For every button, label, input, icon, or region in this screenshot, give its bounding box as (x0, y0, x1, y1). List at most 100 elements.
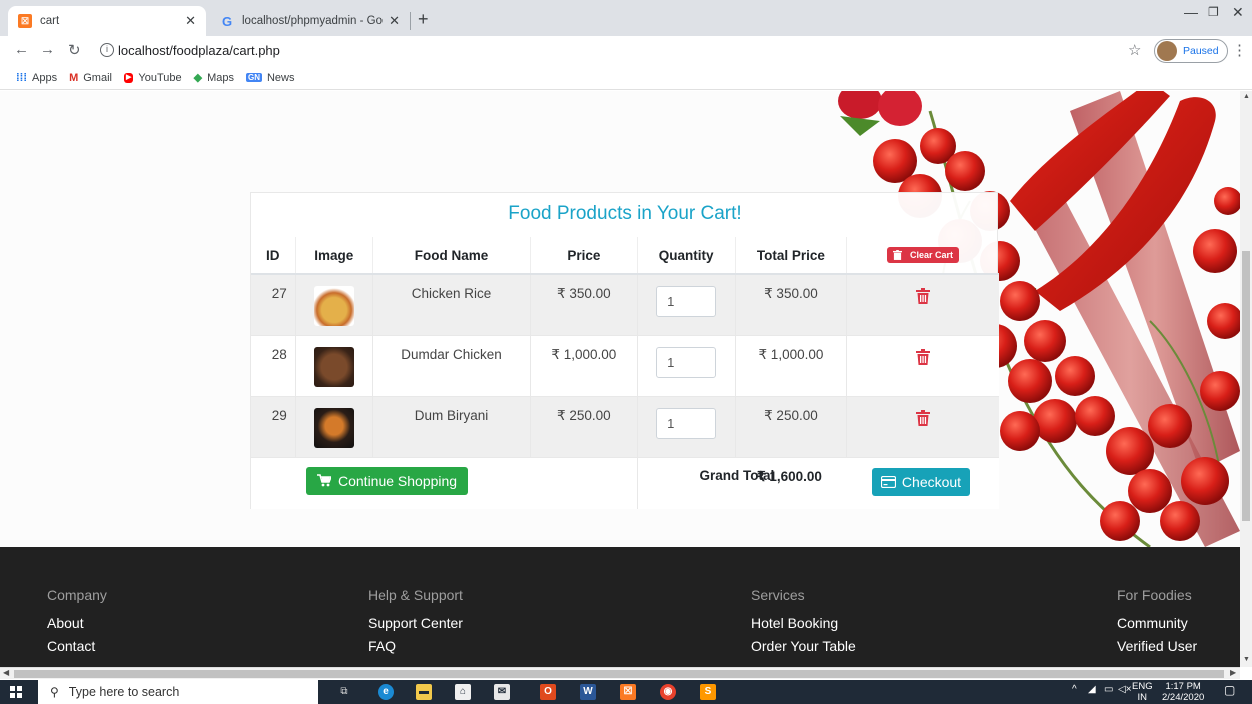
scroll-down-icon[interactable]: ▼ (1243, 656, 1250, 663)
network-icon[interactable]: ◢ (1088, 684, 1096, 695)
col-actions-header: Clear Cart (846, 237, 999, 275)
scroll-up-icon[interactable]: ▲ (1243, 93, 1250, 100)
vertical-scrollbar[interactable]: ▲ ▼ (1240, 91, 1252, 667)
restore-icon[interactable]: ❐ (1208, 5, 1219, 19)
back-arrow-icon[interactable]: ← (14, 41, 29, 58)
footer-link-hotel-booking[interactable]: Hotel Booking (751, 615, 856, 631)
battery-icon[interactable]: ▭ (1104, 684, 1113, 695)
cart-title: Food Products in Your Cart! (508, 203, 742, 224)
notifications-icon[interactable]: ▢ (1224, 683, 1235, 697)
scrollbar-thumb[interactable] (1242, 251, 1250, 521)
sublime-icon[interactable]: S (700, 684, 716, 700)
system-clock[interactable]: 1:17 PM 2/24/2020 (1162, 681, 1204, 703)
delete-item-icon[interactable] (916, 348, 931, 369)
item-price: ₹ 1,000.00 (530, 334, 638, 396)
site-info-icon[interactable]: i (100, 43, 114, 57)
table-row: 27 Chicken Rice ₹ 350.00 ₹ 350.00 (251, 273, 999, 335)
footer-column-help: Help & Support Support Center FAQ (368, 587, 463, 661)
store-icon[interactable]: ⌂ (455, 684, 471, 700)
bookmark-youtube[interactable]: ▶ YouTube (123, 72, 182, 84)
windows-start-icon[interactable] (10, 686, 22, 698)
bookmark-label: Maps (207, 71, 234, 84)
site-footer: Company About Contact Help & Support Sup… (0, 547, 1240, 667)
footer-heading: Company (47, 587, 107, 603)
news-icon: GN (245, 73, 262, 82)
mail-icon[interactable]: ✉ (494, 684, 510, 700)
browser-menu-icon[interactable]: ⋮ (1232, 41, 1247, 59)
footer-link-about[interactable]: About (47, 615, 107, 631)
delete-item-icon[interactable] (916, 288, 931, 308)
volume-icon[interactable]: ◁× (1118, 684, 1132, 695)
bookmark-label: Apps (32, 71, 58, 84)
quantity-input[interactable] (656, 286, 717, 317)
search-icon: ⚲ (50, 685, 59, 699)
footer-link-contact[interactable]: Contact (47, 638, 107, 654)
footer-link-community[interactable]: Community (1117, 615, 1197, 631)
edge-icon[interactable]: e (378, 684, 394, 700)
clock-time: 1:17 PM (1165, 681, 1201, 692)
item-name: Chicken Rice (371, 273, 531, 335)
tab-phpmyadmin[interactable]: G localhost/phpmyadmin - Google ✕ (210, 6, 410, 36)
bookmark-gmail[interactable]: M Gmail (69, 72, 112, 84)
continue-shopping-label: Continue Shopping (338, 472, 458, 489)
checkout-button[interactable]: Checkout (871, 468, 971, 496)
footer-link-faq[interactable]: FAQ (368, 638, 463, 654)
url-field[interactable]: localhost/foodplaza/cart.php (118, 43, 280, 58)
bookmark-star-icon[interactable]: ☆ (1128, 41, 1141, 59)
continue-shopping-button[interactable]: Continue Shopping (306, 466, 469, 495)
profile-button[interactable]: Paused (1154, 39, 1228, 63)
footer-column-services: Services Hotel Booking Order Your Table (751, 587, 856, 661)
bookmark-news[interactable]: GN News (245, 72, 295, 84)
minimize-icon[interactable]: — (1184, 4, 1198, 20)
browser-tab-strip: ☒ cart ✕ G localhost/phpmyadmin - Google… (0, 0, 1252, 36)
bookmark-label: Gmail (83, 71, 112, 84)
office-icon[interactable]: O (540, 684, 556, 700)
xampp-icon[interactable]: ☒ (620, 684, 636, 700)
gmail-icon: M (69, 71, 79, 84)
lang-code: ENG (1132, 681, 1153, 692)
quantity-input[interactable] (656, 407, 717, 439)
cart-header-row: ID Image Food Name Price Quantity Total … (251, 237, 999, 275)
word-icon[interactable]: W (580, 684, 596, 700)
horizontal-scrollbar[interactable]: ◀ ▶ (0, 667, 1240, 679)
food-thumbnail (313, 286, 354, 326)
windows-taskbar: ⚲ Type here to search ⧉ e ▬ ⌂ ✉ O W ☒ ◉ … (0, 680, 1252, 704)
close-window-icon[interactable]: ✕ (1232, 4, 1244, 21)
avatar (1157, 41, 1177, 61)
quantity-input[interactable] (656, 346, 717, 378)
scroll-right-icon[interactable]: ▶ (1230, 668, 1236, 677)
cart-icon (317, 474, 331, 487)
footer-link-order-table[interactable]: Order Your Table (751, 638, 856, 654)
col-id-header: ID (251, 237, 296, 275)
item-id: 27 (251, 273, 296, 335)
tab-cart[interactable]: ☒ cart ✕ (8, 6, 206, 36)
bookmark-maps[interactable]: ◆ Maps (194, 71, 234, 85)
bookmark-apps[interactable]: ⁞⁞⁞ Apps (16, 72, 57, 84)
reload-icon[interactable]: ↻ (68, 41, 81, 59)
footer-link-verified-user[interactable]: Verified User (1117, 638, 1197, 654)
footer-link-support-center[interactable]: Support Center (368, 615, 463, 631)
language-indicator[interactable]: ENG IN (1132, 681, 1153, 703)
tab-close-icon[interactable]: ✕ (185, 13, 196, 29)
file-explorer-icon[interactable]: ▬ (416, 684, 432, 700)
task-view-icon[interactable]: ⧉ (336, 684, 352, 700)
tab-close-icon[interactable]: ✕ (389, 13, 400, 29)
col-total-price-header: Total Price (734, 237, 847, 275)
scroll-left-icon[interactable]: ◀ (3, 668, 9, 677)
col-image-header: Image (294, 237, 373, 275)
clear-cart-button[interactable]: Clear Cart (887, 247, 960, 263)
tray-chevron-icon[interactable]: ^ (1072, 684, 1077, 695)
scrollbar-thumb[interactable] (14, 670, 1224, 678)
cart-panel: Food Products in Your Cart! ID Image Foo… (250, 192, 999, 509)
item-name: Dumdar Chicken (371, 334, 531, 396)
chrome-icon[interactable]: ◉ (660, 684, 676, 700)
new-tab-icon[interactable]: + (418, 9, 429, 30)
delete-item-icon[interactable] (916, 409, 931, 430)
profile-status: Paused (1183, 45, 1219, 57)
bookmarks-bar: ⁞⁞⁞ Apps M Gmail ▶ YouTube ◆ Maps GN New… (0, 66, 1252, 90)
forward-arrow-icon[interactable]: → (40, 41, 55, 58)
google-favicon-icon: G (221, 13, 233, 29)
item-total: ₹ 350.00 (734, 273, 847, 335)
taskbar-search-box[interactable]: ⚲ Type here to search (38, 680, 318, 704)
col-price-header: Price (530, 237, 638, 275)
